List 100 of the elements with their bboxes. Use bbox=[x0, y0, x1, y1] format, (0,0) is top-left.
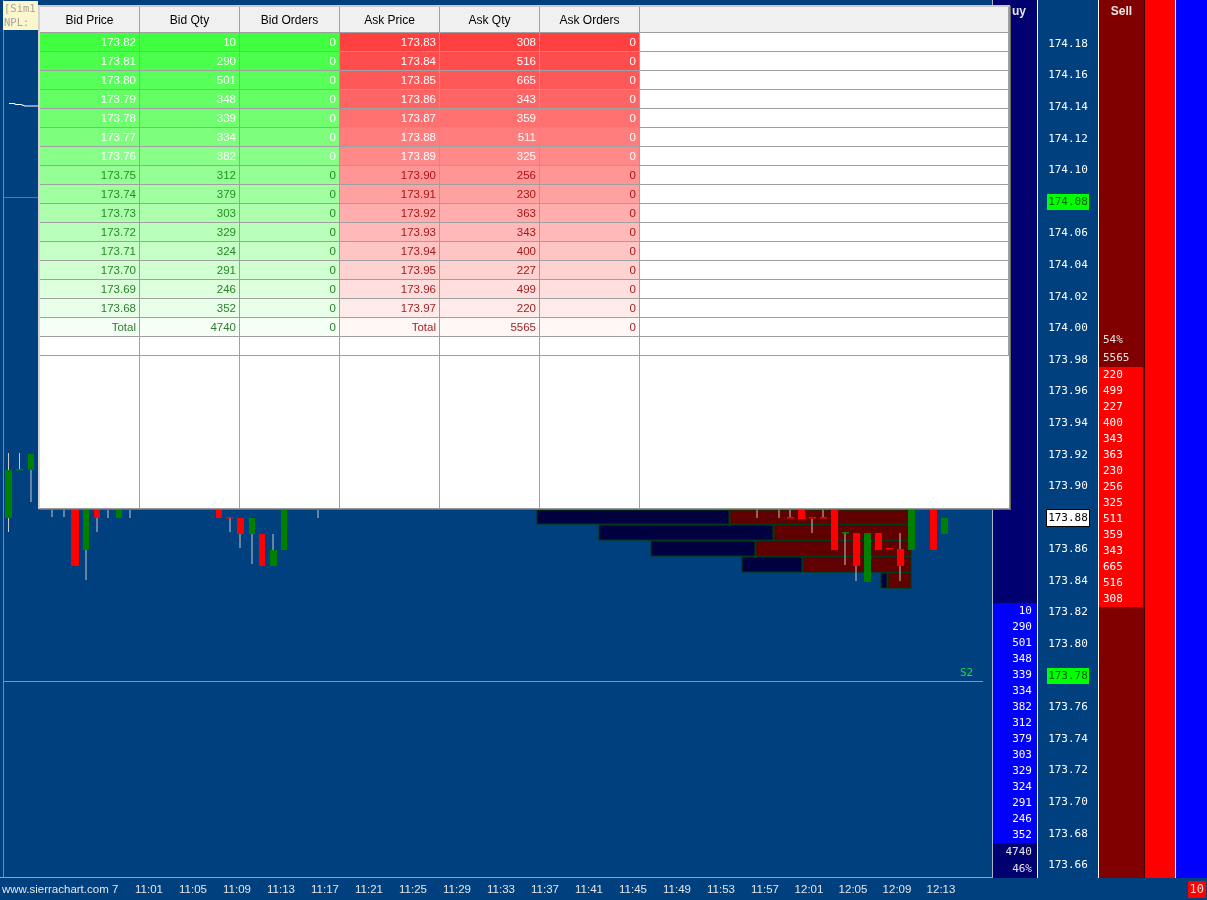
table-cell: 173.95 bbox=[340, 261, 440, 280]
price-label: 174.10 bbox=[1048, 163, 1088, 178]
table-cell: 173.82 bbox=[40, 33, 140, 52]
table-cell: 0 bbox=[240, 33, 340, 52]
time-label: 11:41 bbox=[575, 882, 603, 896]
level-line bbox=[4, 197, 38, 198]
table-cell: 173.81 bbox=[40, 52, 140, 71]
price-label: 173.90 bbox=[1048, 479, 1088, 494]
column-header: uy bbox=[1012, 4, 1026, 19]
table-cell: 173.71 bbox=[40, 242, 140, 261]
time-label: 11:09 bbox=[223, 882, 251, 896]
table-cell: 501 bbox=[140, 71, 240, 90]
table-cell: 0 bbox=[240, 242, 340, 261]
column-header: Ask Qty bbox=[440, 7, 540, 33]
table-cell: 0 bbox=[240, 299, 340, 318]
table-cell: 5565 bbox=[440, 318, 540, 337]
table-cell: 0 bbox=[240, 280, 340, 299]
quantity-value: 339 bbox=[1012, 667, 1032, 683]
table-cell: 325 bbox=[440, 147, 540, 166]
quantity-value: 329 bbox=[1012, 763, 1032, 779]
quantity-value: 308 bbox=[1103, 591, 1123, 607]
table-cell: 227 bbox=[440, 261, 540, 280]
time-label: 11:49 bbox=[663, 882, 691, 896]
price-label: 173.78 bbox=[1047, 667, 1089, 684]
price-label: 173.86 bbox=[1048, 542, 1088, 557]
table-cell: 329 bbox=[140, 223, 240, 242]
time-label: 11:45 bbox=[619, 882, 647, 896]
table-cell: 308 bbox=[440, 33, 540, 52]
quantity-value: 348 bbox=[1012, 651, 1032, 667]
table-cell: 220 bbox=[440, 299, 540, 318]
price-label: 173.68 bbox=[1048, 826, 1088, 841]
table-cell: 0 bbox=[540, 33, 640, 52]
table-cell: 0 bbox=[540, 90, 640, 109]
table-cell: 173.86 bbox=[340, 90, 440, 109]
time-label: 12:01 bbox=[794, 882, 824, 896]
price-label: 174.06 bbox=[1048, 226, 1088, 241]
table-cell: 173.72 bbox=[40, 223, 140, 242]
table-cell: 0 bbox=[540, 128, 640, 147]
table-cell: 173.94 bbox=[340, 242, 440, 261]
time-label: 11:37 bbox=[531, 882, 559, 896]
table-cell: 230 bbox=[440, 185, 540, 204]
quantity-value: 665 bbox=[1103, 559, 1123, 575]
quantity-value: 227 bbox=[1103, 399, 1123, 415]
website-label: www.sierrachart.com bbox=[2, 882, 109, 896]
price-label: 174.00 bbox=[1048, 321, 1088, 336]
table-cell: 173.74 bbox=[40, 185, 140, 204]
table-cell: 363 bbox=[440, 204, 540, 223]
quantity-value: 363 bbox=[1103, 447, 1123, 463]
quantity-value: 359 bbox=[1103, 527, 1123, 543]
table-cell: 0 bbox=[540, 52, 640, 71]
price-label: 174.14 bbox=[1048, 100, 1088, 114]
column-header: Ask Orders bbox=[540, 7, 640, 33]
table-cell: 339 bbox=[140, 109, 240, 128]
quantity-value: 291 bbox=[1012, 795, 1032, 811]
table-cell: 0 bbox=[540, 242, 640, 261]
table-cell: 0 bbox=[240, 204, 340, 223]
table-cell: 0 bbox=[540, 223, 640, 242]
table-cell: 499 bbox=[440, 280, 540, 299]
table-cell: 0 bbox=[240, 109, 340, 128]
price-label: 173.92 bbox=[1048, 447, 1088, 462]
quantity-value: 220 bbox=[1103, 367, 1123, 383]
column-header: Bid Price bbox=[40, 7, 140, 33]
time-label: 11:17 bbox=[311, 882, 339, 896]
table-cell: 173.69 bbox=[40, 280, 140, 299]
table-cell: 0 bbox=[540, 280, 640, 299]
table-cell: 173.84 bbox=[340, 52, 440, 71]
table-cell: 173.89 bbox=[340, 147, 440, 166]
table-cell: 173.93 bbox=[340, 223, 440, 242]
price-label: 173.66 bbox=[1048, 858, 1088, 873]
table-cell: 334 bbox=[140, 128, 240, 147]
price-label: 173.96 bbox=[1048, 384, 1088, 399]
table-cell: 246 bbox=[140, 280, 240, 299]
total-value: 5565 bbox=[1103, 351, 1130, 365]
column-header: Ask Price bbox=[340, 7, 440, 33]
price-label: 173.70 bbox=[1048, 795, 1088, 810]
quantity-value: 352 bbox=[1012, 827, 1032, 843]
table-cell: 0 bbox=[240, 71, 340, 90]
info-text: NPL: bbox=[4, 15, 30, 29]
table-cell: 0 bbox=[540, 71, 640, 90]
table-cell: 343 bbox=[440, 90, 540, 109]
table-cell: 0 bbox=[540, 261, 640, 280]
quantity-value: 343 bbox=[1103, 431, 1123, 447]
table-cell: 0 bbox=[240, 147, 340, 166]
quantity-value: 246 bbox=[1012, 811, 1032, 827]
table-cell: 173.88 bbox=[340, 128, 440, 147]
percent-value: 46% bbox=[1012, 861, 1032, 876]
time-label: 11:57 bbox=[751, 882, 779, 896]
price-label: 173.80 bbox=[1048, 637, 1088, 652]
table-cell: 173.96 bbox=[340, 280, 440, 299]
time-label: 11:01 bbox=[135, 882, 163, 896]
quantity-value: 343 bbox=[1103, 543, 1123, 559]
table-cell: 173.75 bbox=[40, 166, 140, 185]
time-label: 12:05 bbox=[838, 882, 868, 896]
price-label: 174.16 bbox=[1048, 68, 1088, 83]
table-cell: 0 bbox=[540, 166, 640, 185]
table-cell: 511 bbox=[440, 128, 540, 147]
quantity-value: 334 bbox=[1012, 683, 1032, 699]
table-cell: 348 bbox=[140, 90, 240, 109]
table-cell: 0 bbox=[540, 147, 640, 166]
quantity-value: 324 bbox=[1012, 779, 1032, 795]
